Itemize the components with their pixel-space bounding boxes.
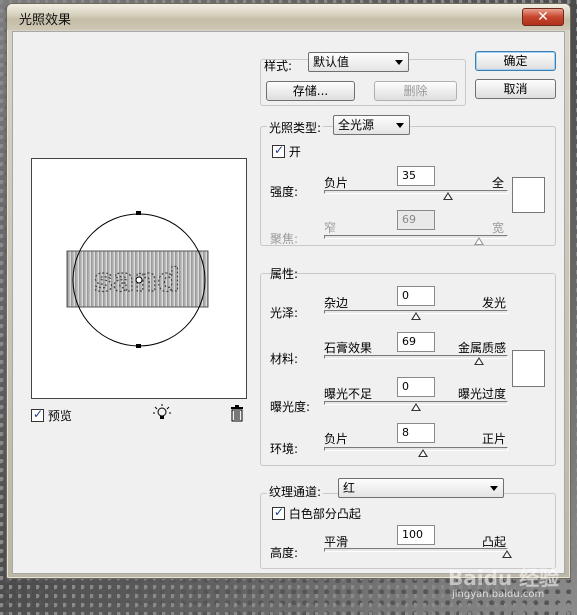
intensity-input[interactable]: 35 bbox=[397, 166, 435, 186]
light-handle-bottom[interactable] bbox=[136, 344, 141, 348]
focus-label: 聚焦: bbox=[270, 232, 299, 246]
focus-min-label: 窄 bbox=[324, 221, 337, 235]
height-input[interactable]: 100 bbox=[397, 525, 435, 545]
exposure-max-label: 曝光过度 bbox=[458, 387, 507, 401]
texture-channel-select-value: 红 bbox=[343, 481, 356, 495]
intensity-label: 强度: bbox=[270, 185, 299, 199]
exposure-min-label: 曝光不足 bbox=[324, 387, 373, 401]
ambience-label: 环境: bbox=[270, 442, 299, 456]
preview-checkbox-row[interactable]: 预览 bbox=[31, 407, 72, 424]
exposure-slider-thumb[interactable] bbox=[411, 403, 421, 411]
dialog-client-area: sand 预览 bbox=[12, 31, 565, 574]
preview-checkbox[interactable] bbox=[31, 407, 44, 422]
material-max-label: 金属质感 bbox=[458, 341, 507, 355]
gloss-input[interactable]: 0 bbox=[397, 286, 435, 306]
focus-max-label: 宽 bbox=[492, 221, 505, 235]
white-high-row[interactable]: 白色部分凸起 bbox=[272, 505, 361, 522]
preview-label: 预览 bbox=[47, 409, 72, 423]
gloss-min-label: 杂边 bbox=[324, 296, 349, 310]
light-on-row[interactable]: 开 bbox=[272, 143, 301, 160]
trash-icon[interactable] bbox=[229, 405, 245, 425]
style-label: 样式: bbox=[264, 59, 293, 73]
light-color-swatch[interactable] bbox=[512, 177, 545, 213]
light-type-select-value: 全光源 bbox=[338, 118, 375, 132]
gloss-slider-thumb[interactable] bbox=[411, 312, 421, 320]
height-label: 高度: bbox=[270, 546, 299, 560]
intensity-min-label: 负片 bbox=[324, 176, 349, 190]
ambience-max-label: 正片 bbox=[482, 432, 507, 446]
intensity-slider-thumb[interactable] bbox=[443, 192, 453, 200]
ambience-input[interactable]: 8 bbox=[397, 423, 435, 443]
gloss-label: 光泽: bbox=[270, 306, 299, 320]
gloss-max-label: 发光 bbox=[482, 296, 507, 310]
chevron-down-icon bbox=[490, 486, 498, 491]
window-title: 光照效果 bbox=[19, 13, 72, 28]
watermark-logo: Baidu 经验 bbox=[448, 566, 560, 590]
ambience-min-label: 负片 bbox=[324, 432, 349, 446]
light-on-label: 开 bbox=[288, 145, 301, 159]
exposure-label: 曝光度: bbox=[270, 400, 311, 414]
white-high-checkbox[interactable] bbox=[272, 505, 285, 520]
ambient-color-swatch[interactable] bbox=[512, 350, 545, 387]
light-on-checkbox[interactable] bbox=[272, 143, 285, 158]
white-high-label: 白色部分凸起 bbox=[288, 507, 361, 521]
material-label: 材料: bbox=[270, 352, 299, 366]
texture-channel-select[interactable]: 红 bbox=[338, 478, 504, 498]
cancel-button[interactable]: 取消 bbox=[475, 79, 556, 99]
focus-input: 69 bbox=[397, 210, 435, 230]
light-handle-top[interactable] bbox=[136, 211, 141, 215]
lightbulb-icon[interactable] bbox=[153, 404, 171, 425]
texture-channel-label: 纹理通道: bbox=[267, 483, 324, 500]
material-min-label: 石膏效果 bbox=[324, 341, 373, 355]
delete-button[interactable]: 删除 bbox=[374, 81, 457, 101]
ok-button[interactable]: 确定 bbox=[475, 51, 556, 71]
style-select[interactable]: 默认值 bbox=[308, 52, 409, 72]
material-input[interactable]: 69 bbox=[397, 332, 435, 352]
exposure-input[interactable]: 0 bbox=[397, 377, 435, 397]
chevron-down-icon bbox=[395, 60, 403, 65]
ambience-slider-thumb[interactable] bbox=[418, 449, 428, 457]
light-type-label: 光照类型: bbox=[267, 119, 324, 136]
light-preview-graphic[interactable]: sand bbox=[32, 159, 246, 398]
style-select-value: 默认值 bbox=[313, 55, 350, 69]
intensity-slider-track[interactable] bbox=[324, 190, 508, 194]
store-button[interactable]: 存储... bbox=[266, 81, 355, 101]
light-type-select[interactable]: 全光源 bbox=[333, 115, 410, 135]
lighting-effects-dialog: 光照效果 ✕ sand ✓ 预览 样式: 默认值 存储... 删除 确定 取消 … bbox=[6, 3, 571, 579]
properties-label: 属性: bbox=[270, 267, 299, 281]
watermark-url: jingyan.baidu.com bbox=[452, 589, 545, 600]
height-slider-track[interactable] bbox=[324, 548, 508, 552]
intensity-max-label: 全 bbox=[492, 176, 505, 190]
light-center-handle[interactable] bbox=[135, 276, 143, 284]
title-bar[interactable]: 光照效果 ✕ bbox=[7, 4, 570, 30]
height-slider-thumb[interactable] bbox=[502, 550, 512, 558]
ambience-slider-track[interactable] bbox=[324, 447, 508, 451]
close-button[interactable]: ✕ bbox=[522, 8, 564, 26]
preview-canvas[interactable]: sand bbox=[31, 158, 247, 399]
material-slider-thumb[interactable] bbox=[474, 357, 484, 365]
chevron-down-icon bbox=[396, 123, 404, 128]
focus-slider-thumb bbox=[474, 237, 484, 245]
